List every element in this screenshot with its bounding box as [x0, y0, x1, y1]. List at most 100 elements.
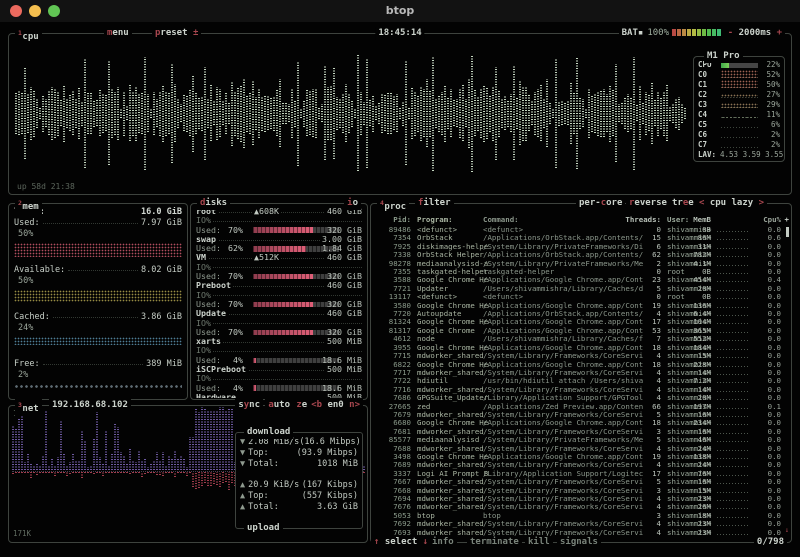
disk-row: xarts500 MiB	[196, 337, 362, 346]
process-row[interactable]: 7689mdworker_shared/System/Library/Frame…	[371, 461, 791, 469]
select-action[interactable]: ↑ select ↓	[371, 536, 431, 549]
process-row[interactable]: 81317Google Chrome/Applications/Google C…	[371, 327, 791, 335]
process-row[interactable]: 3580Google Chrome He/Applications/Google…	[371, 302, 791, 310]
core-row: C411%	[694, 110, 784, 120]
battery-icon: BAT▪	[622, 28, 644, 38]
iface-prev-button[interactable]: <b	[311, 400, 322, 410]
window-title: btop	[0, 4, 800, 17]
process-row[interactable]: 27665zed/Applications/Zed Preview.app/Co…	[371, 403, 791, 411]
cpu-box-label: 1cpu	[15, 27, 42, 44]
btop-window: btop 1cpu menu preset ± 18:45:14 BAT▪100…	[0, 0, 800, 557]
upload-label: upload	[244, 522, 283, 535]
mem-stat-graph	[14, 384, 182, 398]
process-row[interactable]: 7667mdworker_shared/System/Library/Frame…	[371, 478, 791, 486]
disk-row: VM▲512K460 GiB	[196, 253, 362, 262]
tree-toggle[interactable]: tree	[669, 197, 697, 210]
disk-row: Hardware500 MiB	[196, 393, 362, 398]
process-row[interactable]: 7716mdworker_shared/System/Library/Frame…	[371, 386, 791, 394]
kill-action[interactable]: kill	[525, 536, 553, 549]
process-row[interactable]: 3955Google Chrome He/Applications/Google…	[371, 344, 791, 352]
net-info-row: ▲Top:(557 Kibps)	[240, 491, 358, 502]
disks-box: disks io root▲608K460 GiBIO%Used:70%320 …	[190, 203, 368, 400]
net-info-row: ▲20.9 KiB/s(167 Kibps)	[240, 480, 358, 491]
mem-stat-row: Used:7.97 GiB	[14, 218, 182, 229]
net-sync-toggle[interactable]: sync	[235, 399, 263, 412]
net-interface-switch[interactable]: <b en0 n>	[308, 399, 363, 412]
process-row[interactable]: 7715mdworker_shared/System/Library/Frame…	[371, 352, 791, 360]
process-list: 89486<defunct><defunct>0shivammis+0B0.07…	[371, 226, 791, 538]
process-row[interactable]: 7925diskimages-helpe/System/Library/Priv…	[371, 243, 791, 251]
process-row[interactable]: 85577mediaanalysisd/System/Library/Priva…	[371, 436, 791, 444]
process-row[interactable]: 13117<defunct><defunct>0root0B0.0	[371, 293, 791, 301]
preset-button[interactable]: preset ±	[152, 27, 201, 40]
preset-cycle-icon[interactable]: ±	[193, 28, 198, 38]
process-row[interactable]: 6680Google Chrome He/Applications/Google…	[371, 419, 791, 427]
process-row[interactable]: 7676mdworker_shared/System/Library/Frame…	[371, 503, 791, 511]
menu-button[interactable]: menu	[104, 27, 132, 40]
cpu-usage-graph	[15, 49, 687, 177]
sort-next-button[interactable]: >	[759, 198, 764, 208]
per-core-toggle[interactable]: per-core	[576, 197, 625, 210]
cpu-model-label: M1 Pro	[704, 50, 743, 63]
process-row[interactable]: 89486<defunct><defunct>0shivammis+0B0.0	[371, 226, 791, 234]
battery-indicator: BAT▪100%	[619, 27, 725, 40]
process-row[interactable]: 7354OrbStack/Applications/OrbStack.app/C…	[371, 234, 791, 242]
process-row[interactable]: 7681mdworker_shared/System/Library/Frame…	[371, 428, 791, 436]
iface-next-button[interactable]: n>	[349, 400, 360, 410]
scrollbar[interactable]	[786, 227, 789, 237]
core-row: C150%	[694, 80, 784, 90]
refresh-rate: - 2000ms +	[725, 27, 785, 40]
rate-decrease-button[interactable]: -	[728, 28, 733, 38]
sort-prev-button[interactable]: <	[699, 198, 704, 208]
mem-stat-row: Free:389 MiB	[14, 359, 182, 370]
process-row[interactable]: 6822Google Chrome He/Applications/Google…	[371, 361, 791, 369]
process-row[interactable]: 3588Google Chrome He/Applications/Google…	[371, 276, 791, 284]
scroll-down-icon: ↓	[785, 526, 789, 534]
process-row[interactable]: 7720Autoupdate/Applications/OrbStack.app…	[371, 310, 791, 318]
process-row[interactable]: 5053btopbtop3shivammis+18M0.0	[371, 512, 791, 520]
col-mem: MemB	[671, 215, 711, 225]
cpu-core-panel: M1 Pro CPU22%C052%C150%C227%C329%C411%C5…	[693, 56, 785, 162]
filter-button[interactable]: filter	[415, 197, 454, 210]
rate-increase-button[interactable]: +	[777, 28, 782, 38]
sort-selector[interactable]: < cpu lazy >	[696, 197, 767, 210]
reverse-toggle[interactable]: reverse	[626, 197, 670, 210]
process-row[interactable]: 7679mdworker_shared/System/Library/Frame…	[371, 411, 791, 419]
terminate-action[interactable]: terminate	[467, 536, 522, 549]
net-info-row: ▼Top:(93.9 Mibps)	[240, 448, 358, 459]
process-row[interactable]: 7692mdworker_shared/System/Library/Frame…	[371, 520, 791, 528]
mem-stat-row: Available:8.02 GiB	[14, 265, 182, 276]
mem-stat-graph	[14, 243, 182, 265]
process-row[interactable]: 7722hdiutil/usr/bin/hdiutil attach /User…	[371, 377, 791, 385]
core-row: C052%	[694, 70, 784, 80]
process-row[interactable]: 3337Logi AI Prompt B/Library/Application…	[371, 470, 791, 478]
process-row[interactable]: 81324Google Chrome He/Applications/Googl…	[371, 318, 791, 326]
mem-stats: Total:16.0 GiB Used:7.97 GiB50%Available…	[14, 207, 182, 398]
battery-meter	[672, 28, 722, 38]
process-row[interactable]: 7688mdworker_shared/System/Library/Frame…	[371, 445, 791, 453]
process-row[interactable]: 7355taskgated-helpertaskgated-helper0roo…	[371, 268, 791, 276]
info-action[interactable]: info	[429, 536, 457, 549]
process-row[interactable]: 4612node/Users/shivammishra/Library/Cach…	[371, 335, 791, 343]
net-box-label: 3net	[15, 399, 42, 416]
core-row: C72%	[694, 140, 784, 150]
process-row[interactable]: 7668mdworker_shared/System/Library/Frame…	[371, 487, 791, 495]
process-row[interactable]: 7717mdworker_shared/System/Library/Frame…	[371, 369, 791, 377]
process-row[interactable]: 7338OrbStack Helper/Applications/OrbStac…	[371, 251, 791, 259]
process-row[interactable]: 7721Updater/Users/shivammishra/Library/C…	[371, 285, 791, 293]
load-average-row: LAV:4.53 3.59 3.55	[694, 150, 784, 160]
process-row[interactable]: 98278mediaanalysisd-a/System/Library/Pri…	[371, 260, 791, 268]
process-row[interactable]: 3498Google Chrome He/Applications/Google…	[371, 453, 791, 461]
disk-row: Preboot460 GiB	[196, 281, 362, 290]
net-box: 3net 192.168.68.102 sync auto zero <b en…	[8, 405, 368, 543]
io-toggle[interactable]: io	[344, 197, 361, 210]
process-row[interactable]: 7694mdworker_shared/System/Library/Frame…	[371, 495, 791, 503]
mem-box-label: 2mem	[15, 197, 42, 214]
process-row[interactable]: 7686GPGSuite_Updater/Library/Application…	[371, 394, 791, 402]
col-threads: Threads:	[623, 215, 661, 225]
core-row: C56%	[694, 120, 784, 130]
core-list: CPU22%C052%C150%C227%C329%C411%C56%C62%C…	[694, 60, 784, 160]
net-auto-toggle[interactable]: auto	[265, 399, 293, 412]
signals-action[interactable]: signals	[557, 536, 601, 549]
proc-box-label: 4proc	[377, 197, 409, 214]
